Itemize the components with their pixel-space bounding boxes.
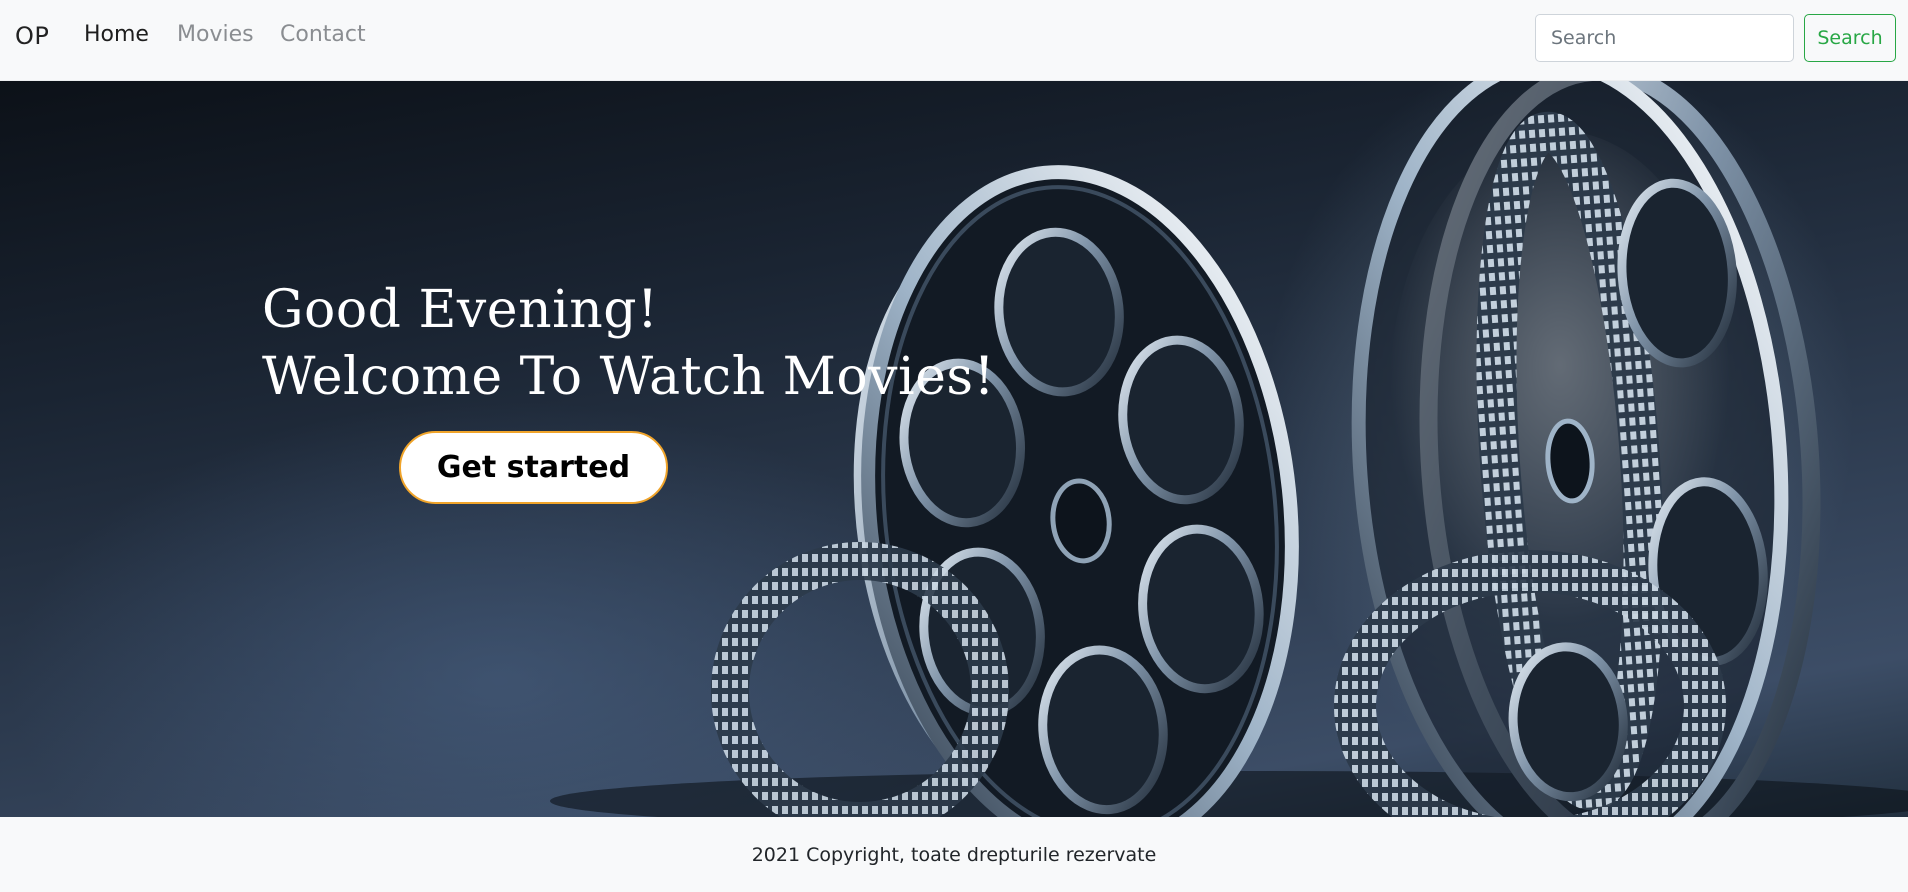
- film-reels-image: [550, 81, 1908, 817]
- copyright-text: 2021 Copyright, toate drepturile rezerva…: [751, 843, 1157, 866]
- hero-heading: Good Evening! Welcome To Watch Movies!: [262, 277, 995, 411]
- navbar: OP Home Movies Contact Search: [0, 0, 1908, 81]
- brand-logo[interactable]: OP: [15, 22, 49, 50]
- get-started-button[interactable]: Get started: [399, 431, 668, 504]
- nav-link-movies[interactable]: Movies: [177, 22, 254, 47]
- footer: 2021 Copyright, toate drepturile rezerva…: [0, 817, 1908, 892]
- search-input[interactable]: [1535, 14, 1794, 62]
- search-button[interactable]: Search: [1804, 14, 1896, 62]
- welcome-text: Welcome To Watch Movies!: [262, 347, 996, 407]
- nav-link-contact[interactable]: Contact: [280, 22, 366, 47]
- hero-banner: Good Evening! Welcome To Watch Movies! G…: [0, 81, 1908, 817]
- nav-link-home[interactable]: Home: [84, 22, 149, 47]
- greeting-text: Good Evening!: [262, 280, 659, 340]
